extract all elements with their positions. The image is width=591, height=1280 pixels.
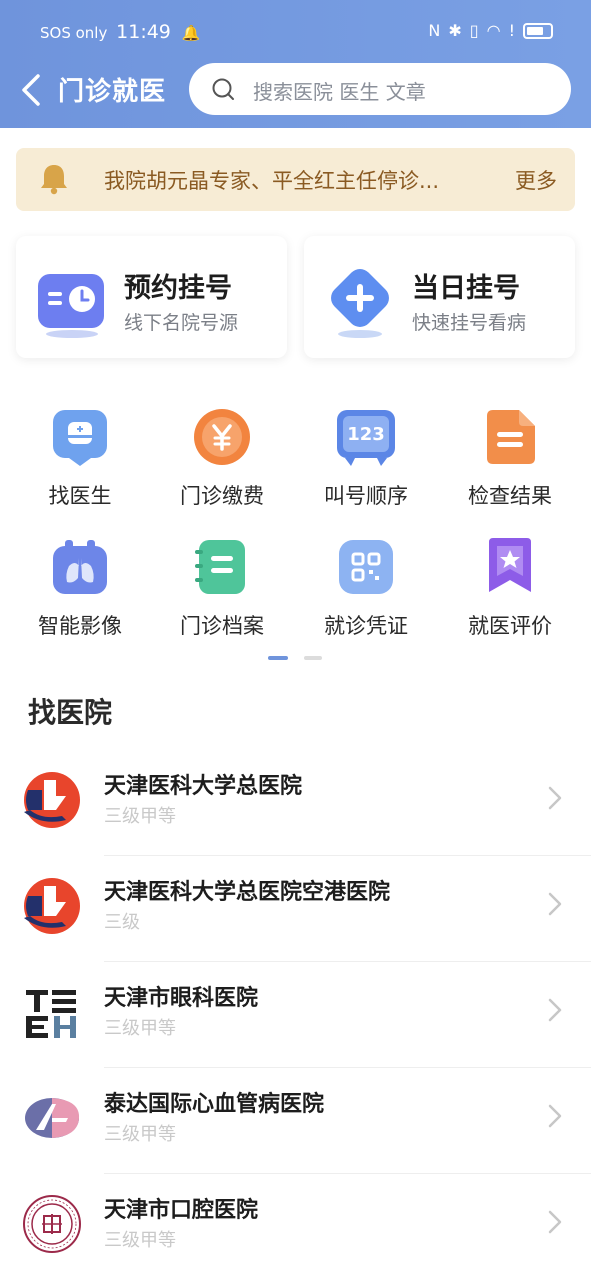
hospital-name: 天津市口腔医院 [104, 1198, 259, 1223]
card-subtitle: 线下名院号源 [124, 312, 239, 334]
calendar-clock-icon [38, 274, 104, 338]
hospital-item[interactable]: 天津市眼科医院 三级甲等 [0, 962, 591, 1068]
bluetooth-icon: ✱ [448, 21, 462, 40]
search-input[interactable]: 搜索医院 医生 文章 [189, 63, 571, 115]
qr-code-icon [339, 540, 393, 594]
grid-payment[interactable]: 门诊缴费 [152, 406, 292, 510]
battery-icon [523, 22, 553, 39]
grid-label: 就诊凭证 [324, 614, 408, 638]
report-icon [487, 410, 535, 464]
card-title: 预约挂号 [124, 273, 232, 304]
grid-queue[interactable]: 123 叫号顺序 [296, 406, 436, 510]
grid-label: 就医评价 [468, 614, 552, 638]
hospital-logo [23, 1195, 81, 1253]
hospital-name: 天津医科大学总医院空港医院 [104, 880, 391, 905]
hospital-logo [26, 990, 76, 1038]
hospital-level: 三级甲等 [104, 1018, 176, 1039]
svg-text:123: 123 [347, 424, 385, 445]
grid-imaging[interactable]: 智能影像 [10, 536, 150, 640]
pager-dot-active [268, 656, 288, 660]
hospital-item[interactable]: 天津医科大学总医院 三级甲等 [0, 750, 591, 856]
chevron-right-icon [548, 1210, 562, 1234]
hospital-level: 三级甲等 [104, 1230, 176, 1251]
clock: 11:49 [116, 21, 171, 43]
carrier-label: SOS only [40, 24, 108, 42]
hospital-level: 三级甲等 [104, 1124, 176, 1145]
wifi-icon: ◠ [486, 21, 501, 40]
hospital-level: 三级 [104, 912, 140, 933]
search-icon [212, 78, 234, 100]
pager-dot [304, 656, 322, 660]
grid-archive[interactable]: 门诊档案 [152, 536, 292, 640]
archive-icon [195, 540, 245, 594]
hospital-name: 天津医科大学总医院 [104, 774, 303, 799]
plus-diamond-icon [331, 269, 389, 338]
same-day-card[interactable]: 当日挂号 快速挂号看病 [304, 236, 575, 358]
hospital-logo [24, 772, 80, 828]
status-bar: SOS only 11:49 🔔 N ✱ ▯ ◠ ! [0, 18, 591, 48]
lungs-icon [53, 540, 107, 594]
yen-coin-icon [194, 409, 250, 465]
grid-label: 智能影像 [38, 614, 122, 638]
grid-label: 门诊缴费 [180, 484, 264, 508]
grid-label: 检查结果 [468, 484, 552, 508]
alert-icon: ! [508, 21, 515, 40]
page-title: 门诊就医 [58, 77, 167, 107]
chevron-right-icon [548, 1104, 562, 1128]
notice-more-link[interactable]: 更多 [515, 165, 557, 195]
number-display-icon: 123 [337, 410, 395, 466]
card-title: 当日挂号 [412, 273, 520, 304]
grid-voucher[interactable]: 就诊凭证 [296, 536, 436, 640]
notice-banner[interactable]: 我院胡元晶专家、平全红主任停诊... 更多 [16, 148, 575, 211]
grid-results[interactable]: 检查结果 [440, 406, 580, 510]
section-title: 找医院 [28, 696, 113, 729]
search-placeholder: 搜索医院 医生 文章 [253, 80, 426, 104]
card-subtitle: 快速挂号看病 [412, 312, 527, 334]
hospital-logo [25, 1098, 80, 1138]
star-badge-icon [489, 538, 531, 592]
grid-rating[interactable]: 就医评价 [440, 536, 580, 640]
hospital-level: 三级甲等 [104, 806, 176, 827]
chevron-right-icon [548, 892, 562, 916]
bell-icon: 🔔 [181, 24, 201, 42]
notice-text: 我院胡元晶专家、平全红主任停诊... [104, 169, 440, 193]
appointment-card[interactable]: 预约挂号 线下名院号源 [16, 236, 287, 358]
hospital-item[interactable]: 天津医科大学总医院空港医院 三级 [0, 856, 591, 962]
hospital-name: 泰达国际心血管病医院 [104, 1092, 325, 1117]
chevron-right-icon [548, 786, 562, 810]
grid-label: 叫号顺序 [324, 484, 408, 508]
hospital-name: 天津市眼科医院 [104, 986, 259, 1011]
nfc-icon: N [428, 21, 441, 40]
doctor-icon [53, 410, 107, 466]
hospital-logo [24, 878, 80, 934]
grid-label: 找医生 [48, 484, 112, 508]
notice-bell-icon [41, 165, 67, 195]
vibrate-icon: ▯ [469, 21, 479, 40]
grid-label: 门诊档案 [180, 614, 264, 638]
back-arrow-icon[interactable] [18, 72, 48, 108]
hospital-item[interactable]: 泰达国际心血管病医院 三级甲等 [0, 1068, 591, 1174]
grid-find-doctor[interactable]: 找医生 [10, 406, 150, 510]
chevron-right-icon [548, 998, 562, 1022]
header: SOS only 11:49 🔔 N ✱ ▯ ◠ ! 门诊就医 搜索医院 医生 … [0, 0, 591, 128]
hospital-item[interactable]: 天津市口腔医院 三级甲等 [0, 1174, 591, 1280]
